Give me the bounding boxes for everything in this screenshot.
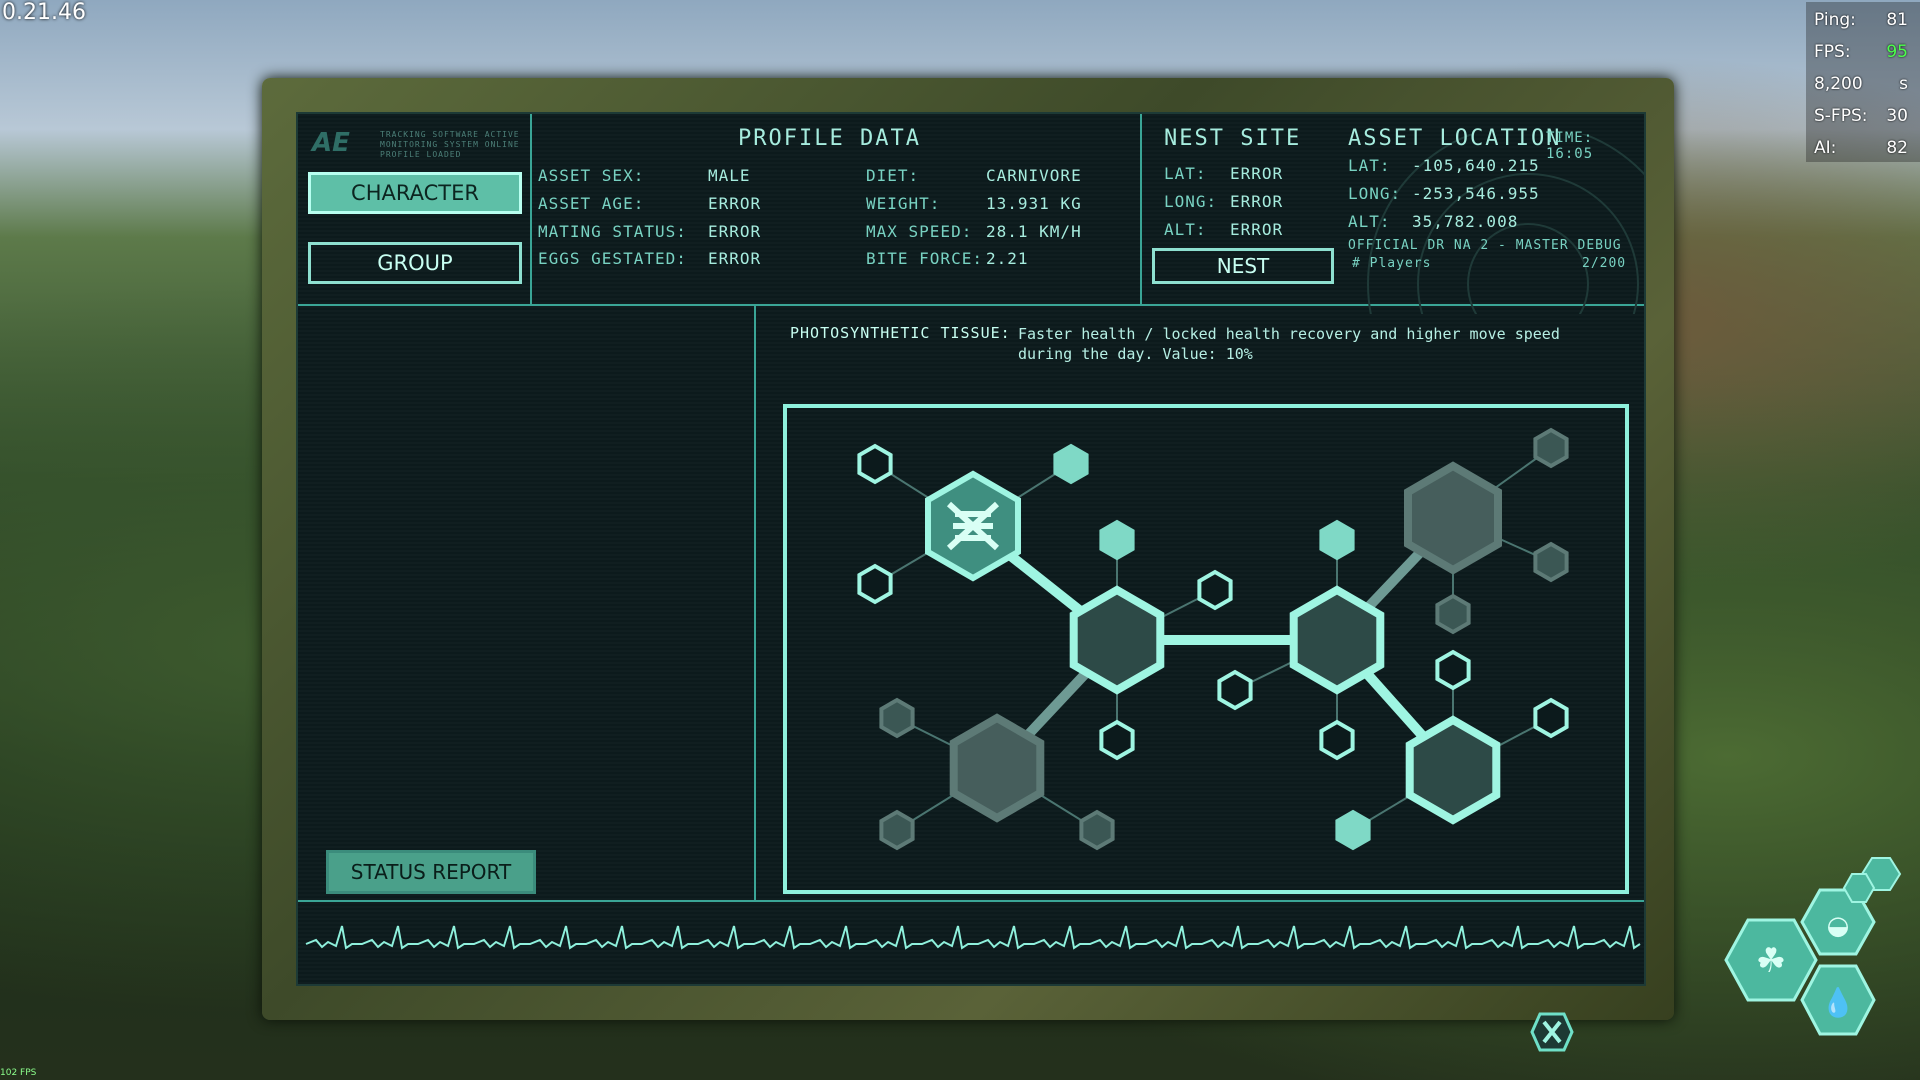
- profile-value: ERROR: [708, 194, 762, 213]
- stat-fps: FPS: 95: [1814, 42, 1908, 62]
- profile-label: MATING STATUS:: [538, 222, 687, 241]
- trait-node: [1405, 715, 1501, 825]
- trait-name: PHOTOSYNTHETIC TISSUE:: [790, 324, 1011, 342]
- players-label: # Players: [1352, 256, 1432, 271]
- stat-ping: Ping: 81: [1814, 10, 1908, 30]
- profile-data-title: PROFILE DATA: [738, 126, 921, 151]
- trait-tree: [857, 427, 1569, 851]
- profile-label: MAX SPEED:: [866, 222, 973, 241]
- profile-value: 2.21: [986, 249, 1029, 268]
- svg-text:☘: ☘: [1756, 941, 1786, 981]
- dino-status-hud: ☘ ◒ 💧: [1724, 857, 1902, 1036]
- profile-label: DIET:: [866, 166, 920, 185]
- trait-node-small: [879, 809, 915, 851]
- profile-label: BITE FORCE:: [866, 249, 983, 268]
- stat-ai: AI: 82: [1814, 138, 1908, 158]
- dna-small-icon: [1530, 1012, 1574, 1052]
- fps-debug-label: 102 FPS: [0, 1068, 37, 1078]
- server-name: OFFICIAL DR NA 2 - MASTER DEBUG: [1348, 238, 1622, 253]
- trait-tree-panel: [783, 404, 1629, 894]
- profile-value: 13.931 KG: [986, 194, 1082, 213]
- trait-node-small: [1053, 443, 1089, 485]
- location-label: LONG:: [1348, 184, 1402, 203]
- location-label: LAT:: [1348, 156, 1391, 175]
- profile-label: WEIGHT:: [866, 194, 941, 213]
- trait-node-small: [1335, 809, 1371, 851]
- svg-text:◒: ◒: [1827, 911, 1850, 941]
- trait-node-small: [1533, 427, 1569, 469]
- trait-node-small: [879, 697, 915, 739]
- trait-node-small: [1197, 569, 1233, 611]
- location-value: 35,782.008: [1412, 212, 1519, 231]
- trait-node: [1069, 585, 1165, 695]
- profile-value: 28.1 KM/H: [986, 222, 1082, 241]
- trait-node-small: [1319, 519, 1355, 561]
- trait-node-small: [1319, 719, 1355, 761]
- monitor-screen: AE TRACKING SOFTWARE ACTIVE MONITORING SY…: [296, 112, 1646, 986]
- nest-site-title: NEST SITE: [1164, 126, 1302, 151]
- profile-value: ERROR: [708, 249, 762, 268]
- time-label: TIME: 16:05: [1546, 130, 1594, 162]
- nest-value: ERROR: [1230, 220, 1284, 239]
- profile-label: ASSET AGE:: [538, 194, 645, 213]
- players-count: 2/200: [1582, 256, 1627, 271]
- trait-node-small: [1533, 541, 1569, 583]
- stat-server-fps: S-FPS: 30: [1814, 106, 1908, 126]
- profile-label: ASSET SEX:: [538, 166, 645, 185]
- trait-node-locked: [1404, 461, 1502, 575]
- logo-tagline: TRACKING SOFTWARE ACTIVE MONITORING SYSTE…: [380, 130, 520, 159]
- nest-label: LAT:: [1164, 164, 1207, 183]
- trait-node: [1289, 585, 1385, 695]
- profile-label: EGGS GESTATED:: [538, 249, 687, 268]
- profile-value: ERROR: [708, 222, 762, 241]
- nest-value: ERROR: [1230, 192, 1284, 211]
- trait-node-small: [857, 563, 893, 605]
- location-value: -253,546.955: [1412, 184, 1540, 203]
- character-tab-button[interactable]: CHARACTER: [308, 172, 522, 214]
- stamina-icon: [1842, 873, 1876, 903]
- trait-node-small: [1099, 519, 1135, 561]
- location-value: -105,640.215: [1412, 156, 1540, 175]
- asset-location-title: ASSET LOCATION: [1348, 126, 1562, 151]
- status-report-button[interactable]: STATUS REPORT: [326, 850, 536, 894]
- trait-node-small: [857, 443, 893, 485]
- trait-node-small: [1217, 669, 1253, 711]
- trait-node-small: [1099, 719, 1135, 761]
- stat-server-time: 8,200 s: [1814, 74, 1908, 94]
- trait-description: Faster health / locked health recovery a…: [1018, 325, 1560, 363]
- location-label: ALT:: [1348, 212, 1391, 231]
- trait-node-locked: [949, 713, 1045, 823]
- profile-value: CARNIVORE: [986, 166, 1082, 185]
- network-stats-panel: Ping: 81 FPS: 95 8,200 s S-FPS: 30 AI: 82: [1806, 2, 1920, 162]
- trait-node-small: [1533, 697, 1569, 739]
- svg-text:💧: 💧: [1821, 986, 1856, 1019]
- trait-node-small: [1079, 809, 1115, 851]
- ae-logo: AE: [312, 128, 350, 158]
- nest-value: ERROR: [1230, 164, 1284, 183]
- nest-label: ALT:: [1164, 220, 1207, 239]
- trait-node-small: [1435, 649, 1471, 691]
- profile-value: MALE: [708, 166, 751, 185]
- heartbeat-monitor: [305, 925, 1641, 950]
- version-label: 0.21.46: [2, 0, 86, 25]
- trait-node-small: [1435, 593, 1471, 635]
- group-tab-button[interactable]: GROUP: [308, 242, 522, 284]
- nest-label: LONG:: [1164, 192, 1218, 211]
